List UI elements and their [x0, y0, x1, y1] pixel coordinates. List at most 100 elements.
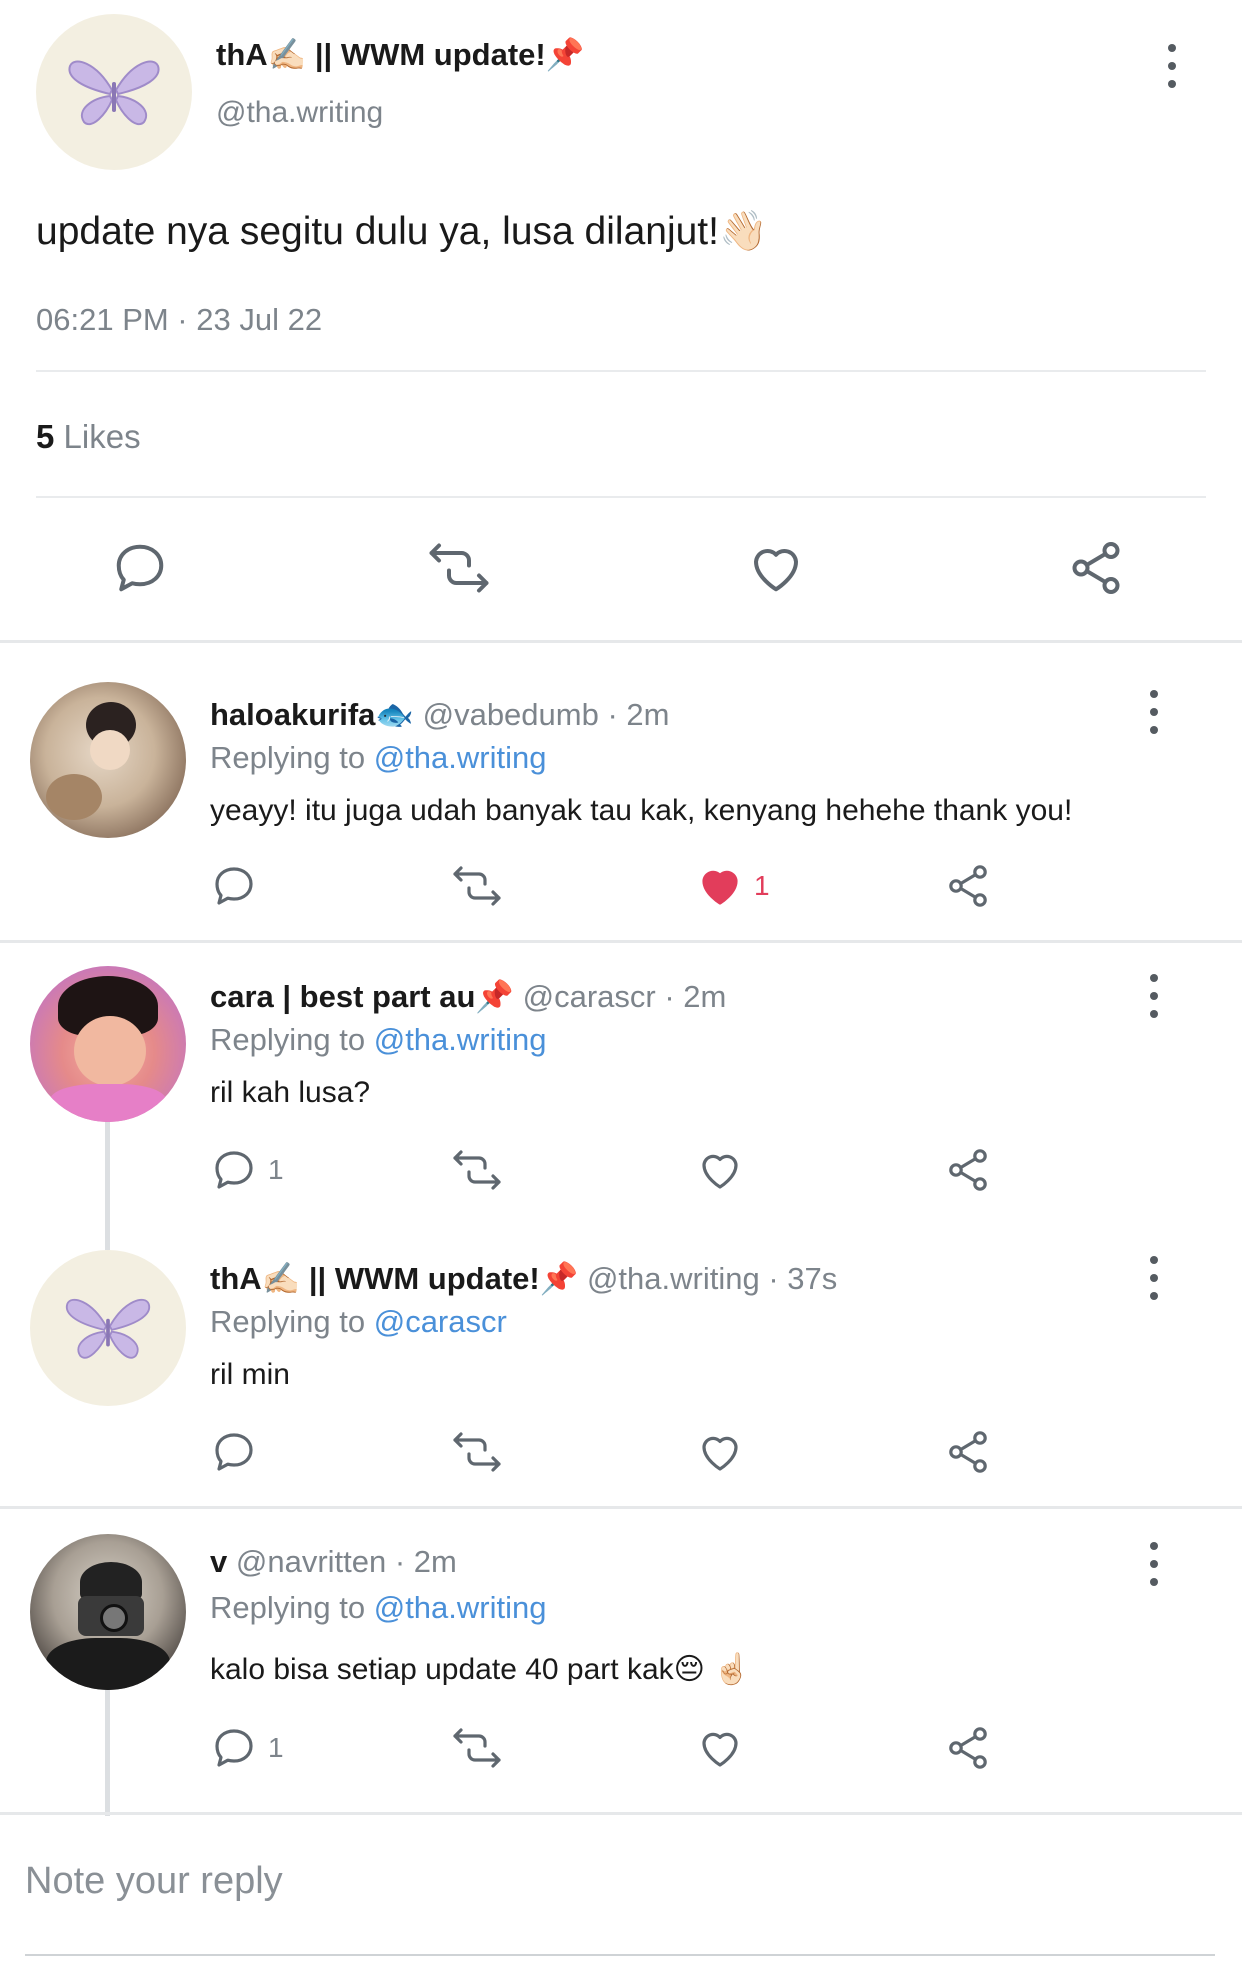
reply-author-name[interactable]: v: [210, 1544, 227, 1579]
like-button[interactable]: [746, 538, 806, 598]
more-menu-icon[interactable]: [1146, 974, 1162, 1018]
share-icon: [949, 1149, 987, 1191]
reply-time: · 2m: [607, 697, 670, 732]
retweet-button[interactable]: [450, 1428, 504, 1476]
reply-author-name[interactable]: cara | best part au📌: [210, 979, 514, 1014]
more-menu-icon[interactable]: [1146, 1256, 1162, 1300]
section-divider: [0, 1812, 1242, 1815]
comment-button[interactable]: [210, 1428, 258, 1476]
reply-author-line[interactable]: haloakurifa🐟 @vabedumb · 2m: [210, 696, 669, 733]
section-divider: [0, 640, 1242, 643]
author-avatar[interactable]: [36, 14, 192, 170]
replying-to-link[interactable]: @tha.writing: [374, 1022, 547, 1057]
author-handle[interactable]: @tha.writing: [216, 96, 383, 130]
section-divider: [0, 1506, 1242, 1509]
share-button[interactable]: [944, 862, 992, 910]
heart-icon: [754, 549, 798, 592]
share-icon: [949, 1431, 987, 1473]
retweet-button[interactable]: [426, 538, 492, 598]
like-button[interactable]: [696, 1146, 744, 1194]
like-count: 1: [754, 870, 770, 901]
comment-icon: [215, 1151, 253, 1189]
like-button[interactable]: [696, 1428, 744, 1476]
heart-icon: [702, 1436, 738, 1471]
retweet-icon: [453, 1432, 501, 1472]
replying-to-link[interactable]: @carascr: [374, 1304, 507, 1339]
comment-count: 1: [268, 1732, 284, 1763]
reply-author-name[interactable]: thA✍🏻 || WWM update!📌: [210, 1261, 578, 1296]
reply-input[interactable]: [25, 1860, 1205, 1903]
thread-line: [105, 1120, 110, 1250]
replying-to: Replying to @tha.writing: [210, 1590, 546, 1626]
input-underline: [25, 1954, 1215, 1956]
divider: [36, 496, 1206, 498]
retweet-button[interactable]: [450, 1724, 504, 1772]
replying-to: Replying to @tha.writing: [210, 740, 546, 776]
reply-author-name[interactable]: haloakurifa🐟: [210, 697, 414, 732]
more-menu-icon[interactable]: [1146, 1542, 1162, 1586]
reply-text: yeayy! itu juga udah banyak tau kak, ken…: [210, 794, 1073, 827]
reply-author-handle[interactable]: @tha.writing: [587, 1261, 760, 1296]
likes-summary[interactable]: 5 Likes: [36, 418, 141, 456]
heart-icon: [702, 1154, 738, 1189]
comment-button[interactable]: [110, 538, 170, 598]
reply-text: ril kah lusa?: [210, 1076, 371, 1109]
comment-button[interactable]: 1: [210, 1146, 284, 1194]
retweet-icon: [453, 1150, 501, 1190]
reply-author-handle[interactable]: @carascr: [523, 979, 656, 1014]
comment-icon: [215, 867, 253, 905]
post-timestamp: 06:21 PM · 23 Jul 22: [36, 302, 323, 337]
more-menu-icon[interactable]: [1146, 690, 1162, 734]
divider: [36, 370, 1206, 372]
butterfly-icon: [68, 60, 160, 125]
reply-avatar[interactable]: [30, 682, 186, 838]
retweet-icon: [429, 543, 489, 593]
reply-author-line[interactable]: v @navritten · 2m: [210, 1544, 457, 1580]
share-icon: [949, 865, 987, 907]
butterfly-icon: [65, 1298, 151, 1359]
like-button[interactable]: 1: [696, 862, 770, 910]
reply-author-handle[interactable]: @navritten: [236, 1544, 386, 1579]
post-text: update nya segitu dulu ya, lusa dilanjut…: [36, 210, 768, 253]
share-icon: [949, 1727, 987, 1769]
share-button[interactable]: [944, 1724, 992, 1772]
replying-to-link[interactable]: @tha.writing: [374, 1590, 547, 1625]
retweet-icon: [453, 866, 501, 906]
reply-time: · 2m: [394, 1544, 457, 1579]
retweet-button[interactable]: [450, 862, 504, 910]
reply-author-line[interactable]: thA✍🏻 || WWM update!📌 @tha.writing · 37s: [210, 1260, 837, 1297]
share-button[interactable]: [944, 1428, 992, 1476]
author-name[interactable]: thA✍🏻 || WWM update!📌: [216, 36, 584, 73]
replying-to-label: Replying to: [210, 1022, 366, 1057]
replying-to: Replying to @tha.writing: [210, 1022, 546, 1058]
reply-avatar[interactable]: [30, 1250, 186, 1406]
likes-count: 5: [36, 418, 55, 455]
reply-time: · 37s: [768, 1261, 838, 1296]
comment-icon: [215, 1729, 253, 1767]
comment-button[interactable]: [210, 862, 258, 910]
reply-text: ril min: [210, 1358, 290, 1391]
replying-to: Replying to @carascr: [210, 1304, 507, 1340]
replying-to-link[interactable]: @tha.writing: [374, 740, 547, 775]
replying-to-label: Replying to: [210, 740, 366, 775]
likes-label: Likes: [63, 418, 141, 455]
reply-author-line[interactable]: cara | best part au📌 @carascr · 2m: [210, 978, 726, 1015]
retweet-icon: [453, 1728, 501, 1768]
share-icon: [1072, 542, 1120, 594]
reply-avatar[interactable]: [30, 1534, 186, 1690]
more-menu-icon[interactable]: [1164, 44, 1180, 88]
comment-button[interactable]: 1: [210, 1724, 284, 1772]
reply-time: · 2m: [664, 979, 727, 1014]
like-button[interactable]: [696, 1724, 744, 1772]
retweet-button[interactable]: [450, 1146, 504, 1194]
reply-avatar[interactable]: [30, 966, 186, 1122]
reply-author-handle[interactable]: @vabedumb: [423, 697, 599, 732]
replying-to-label: Replying to: [210, 1590, 366, 1625]
share-button[interactable]: [1066, 538, 1126, 598]
section-divider: [0, 940, 1242, 943]
comment-icon: [215, 1433, 253, 1471]
comment-count: 1: [268, 1154, 284, 1185]
replying-to-label: Replying to: [210, 1304, 366, 1339]
share-button[interactable]: [944, 1146, 992, 1194]
reply-text: kalo bisa setiap update 40 part kak😔 ☝🏻: [210, 1653, 751, 1686]
